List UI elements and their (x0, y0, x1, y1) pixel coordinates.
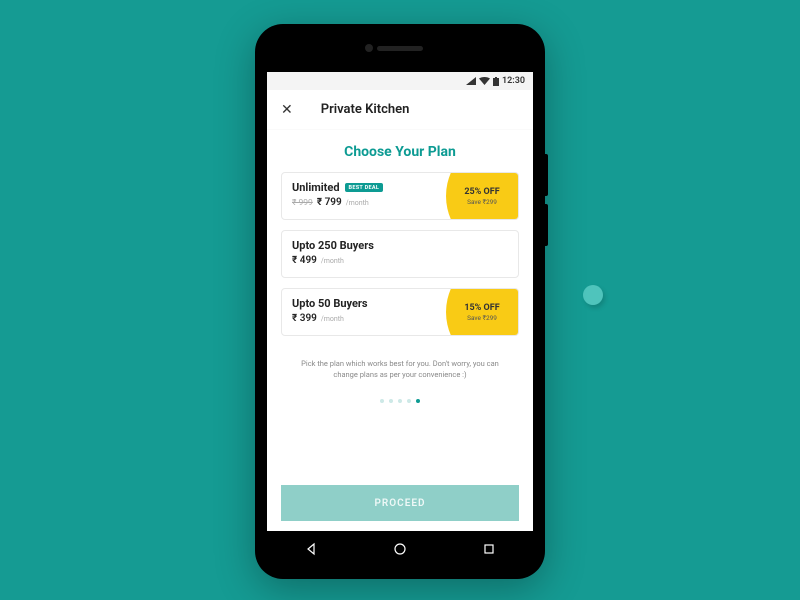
nav-back-icon[interactable] (304, 541, 318, 560)
nav-recent-icon[interactable] (482, 541, 496, 560)
offer-save: Save ₹299 (467, 198, 497, 206)
plan-unlimited[interactable]: Unlimited BEST DEAL ₹ 999 ₹ 799 /month 2… (281, 172, 519, 220)
battery-icon (493, 77, 499, 86)
price-period: /month (346, 199, 369, 207)
phone-camera (365, 44, 373, 52)
offer-percent: 25% OFF (464, 187, 499, 197)
price: ₹ 799 (317, 197, 342, 208)
close-icon[interactable]: ✕ (281, 103, 293, 117)
offer-save: Save ₹299 (467, 314, 497, 322)
android-nav-bar (267, 533, 533, 567)
best-deal-badge: BEST DEAL (345, 183, 384, 192)
phone-mockup: 12:30 ✕ Private Kitchen Choose Your Plan… (255, 24, 545, 579)
plan-name: Upto 50 Buyers (292, 297, 368, 310)
page-dots (281, 399, 519, 403)
dot-active[interactable] (416, 399, 420, 403)
phone-speaker (377, 46, 423, 51)
old-price: ₹ 999 (292, 198, 313, 208)
price-period: /month (321, 257, 344, 265)
plan-50-buyers[interactable]: Upto 50 Buyers ₹ 399 /month 15% OFF Save… (281, 288, 519, 336)
wifi-icon (479, 77, 490, 85)
page-title: Private Kitchen (321, 102, 410, 117)
offer-percent: 15% OFF (464, 303, 499, 313)
phone-screen: 12:30 ✕ Private Kitchen Choose Your Plan… (267, 72, 533, 531)
price: ₹ 399 (292, 313, 317, 324)
dot[interactable] (380, 399, 384, 403)
app-header: ✕ Private Kitchen (267, 90, 533, 130)
decorative-blob (583, 285, 603, 305)
plan-name: Upto 250 Buyers (292, 239, 374, 252)
dot[interactable] (398, 399, 402, 403)
price-period: /month (321, 315, 344, 323)
price: ₹ 499 (292, 255, 317, 266)
plan-name: Unlimited (292, 181, 340, 194)
dot[interactable] (407, 399, 411, 403)
choose-plan-title: Choose Your Plan (281, 144, 519, 160)
android-status-bar: 12:30 (267, 72, 533, 90)
offer-tag: 15% OFF Save ₹299 (446, 289, 518, 335)
phone-side-button (545, 154, 548, 196)
dot[interactable] (389, 399, 393, 403)
main-content: Choose Your Plan Unlimited BEST DEAL ₹ 9… (267, 130, 533, 469)
status-time: 12:30 (502, 76, 525, 86)
plan-250-buyers[interactable]: Upto 250 Buyers ₹ 499 /month (281, 230, 519, 278)
helper-text: Pick the plan which works best for you. … (281, 358, 519, 381)
nav-home-icon[interactable] (393, 541, 407, 560)
signal-icon (466, 77, 476, 85)
offer-tag: 25% OFF Save ₹299 (446, 173, 518, 219)
proceed-button[interactable]: PROCEED (281, 485, 519, 521)
phone-side-button (545, 204, 548, 246)
